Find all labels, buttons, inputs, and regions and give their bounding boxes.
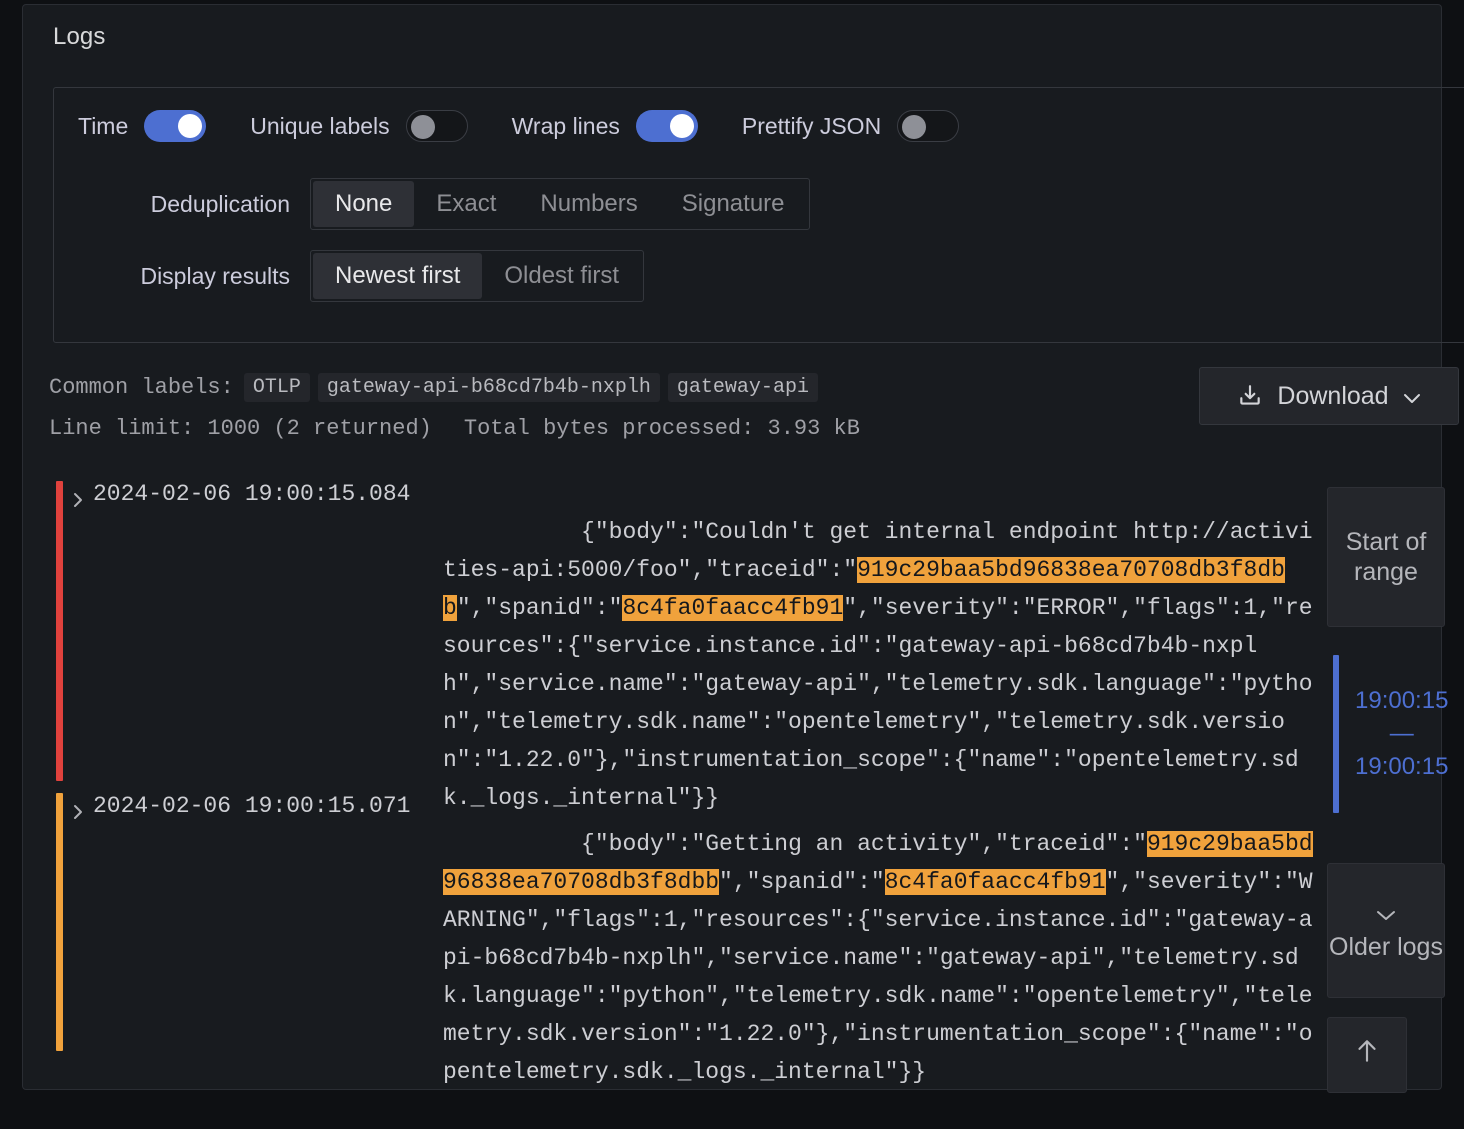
dedup-option-none[interactable]: None <box>313 181 415 227</box>
toggle-knob <box>669 114 694 138</box>
log-row[interactable]: 2024-02-06 19:00:15.071 {"body":"Getting… <box>23 787 1441 1085</box>
chevron-down-icon <box>1375 898 1397 928</box>
logs-navigation-rail: Start of range 19:00:15 — 19:00:15 Older… <box>1325 5 1464 1093</box>
log-segment: ","severity":"WARNING","flags":1,"resour… <box>443 869 1313 1085</box>
prettify-json-toggle-switch[interactable] <box>897 110 960 142</box>
display-option-newest-first[interactable]: Newest first <box>313 253 483 299</box>
dedup-option-signature[interactable]: Signature <box>660 181 807 227</box>
time-range-start: 19:00:15 <box>1355 687 1449 714</box>
download-icon <box>1237 383 1263 409</box>
log-segment-highlight-spanid: 8c4fa0faacc4fb91 <box>622 595 844 621</box>
severity-bar-error <box>56 481 63 781</box>
page-title: Logs <box>53 23 106 50</box>
option-prettify-json-label: Prettify JSON <box>741 112 882 139</box>
toggle-row: Time Unique labels Wrap lines Prettify J… <box>78 110 960 142</box>
option-prettify-json: Prettify JSON <box>741 110 960 142</box>
option-wrap-lines-label: Wrap lines <box>511 112 620 139</box>
time-toggle-switch[interactable] <box>144 110 207 142</box>
common-label-chip[interactable]: gateway-api-b68cd7b4b-nxplh <box>317 373 660 402</box>
display-results-label: Display results <box>140 262 290 289</box>
wrap-lines-toggle-switch[interactable] <box>635 110 698 142</box>
log-timestamp: 2024-02-06 19:00:15.084 <box>93 481 411 507</box>
deduplication-label: Deduplication <box>150 190 290 217</box>
common-labels-row: Common labels: OTLP gateway-api-b68cd7b4… <box>49 373 860 402</box>
dedup-option-numbers[interactable]: Numbers <box>518 181 659 227</box>
older-logs-button[interactable]: Older logs <box>1327 863 1445 998</box>
deduplication-row: Deduplication None Exact Numbers Signatu… <box>78 178 810 230</box>
limits-row: Line limit: 1000 (2 returned) Total byte… <box>49 416 860 441</box>
common-labels-key: Common labels: <box>49 375 234 400</box>
log-segment: ","severity":"ERROR","flags":1,"resource… <box>443 595 1313 811</box>
common-label-chip[interactable]: gateway-api <box>667 373 818 402</box>
log-message: {"body":"Couldn't get internal endpoint … <box>443 475 1313 811</box>
start-of-range-button[interactable]: Start of range <box>1327 487 1445 627</box>
log-timestamp: 2024-02-06 19:00:15.071 <box>93 793 411 819</box>
toggle-knob <box>902 115 927 139</box>
expand-chevron-right-icon[interactable] <box>71 491 85 509</box>
total-bytes-text: Total bytes processed: 3.93 kB <box>463 416 860 441</box>
expand-chevron-right-icon[interactable] <box>71 803 85 821</box>
log-message: {"body":"Getting an activity","traceid":… <box>443 787 1313 1085</box>
log-segment: {"body":"Getting an activity","traceid":… <box>581 831 1147 857</box>
option-unique-labels-label: Unique labels <box>250 112 390 139</box>
logs-list: 2024-02-06 19:00:15.084 {"body":"Couldn'… <box>23 475 1441 1085</box>
older-logs-label: Older logs <box>1329 933 1443 961</box>
toggle-knob <box>178 114 203 138</box>
severity-bar-warning <box>56 793 63 1051</box>
deduplication-radio-group: None Exact Numbers Signature <box>310 178 810 230</box>
time-range-labels: 19:00:15 — 19:00:15 <box>1355 681 1448 787</box>
unique-labels-toggle-switch[interactable] <box>405 110 468 142</box>
display-option-oldest-first[interactable]: Oldest first <box>482 253 641 299</box>
arrow-up-icon <box>1354 1037 1380 1073</box>
log-segment-highlight-spanid: 8c4fa0faacc4fb91 <box>884 869 1106 895</box>
line-limit-text: Line limit: 1000 (2 returned) <box>49 416 432 441</box>
time-range-indicator-bar <box>1333 655 1339 813</box>
log-segment: ","spanid":" <box>456 595 623 621</box>
option-unique-labels: Unique labels <box>250 110 468 142</box>
log-segment: ","spanid":" <box>719 869 885 895</box>
time-range-end: 19:00:15 <box>1355 753 1449 780</box>
common-label-chip[interactable]: OTLP <box>243 373 310 402</box>
log-options-panel: Time Unique labels Wrap lines Prettify J… <box>53 87 1464 343</box>
time-range-dash: — <box>1389 720 1414 747</box>
visible-time-range: 19:00:15 — 19:00:15 <box>1333 655 1448 813</box>
display-results-row: Display results Newest first Oldest firs… <box>78 250 645 302</box>
display-results-radio-group: Newest first Oldest first <box>310 250 645 302</box>
logs-meta: Common labels: OTLP gateway-api-b68cd7b4… <box>49 373 860 441</box>
option-wrap-lines: Wrap lines <box>512 110 698 142</box>
option-time-label: Time <box>78 112 129 139</box>
scroll-to-top-button[interactable] <box>1327 1017 1407 1093</box>
dedup-option-exact[interactable]: Exact <box>414 181 518 227</box>
logs-panel: Logs Time Unique labels Wrap lines Prett… <box>22 4 1464 1093</box>
log-row[interactable]: 2024-02-06 19:00:15.084 {"body":"Couldn'… <box>23 475 1441 811</box>
toggle-knob <box>410 115 435 139</box>
option-time: Time <box>78 110 207 142</box>
